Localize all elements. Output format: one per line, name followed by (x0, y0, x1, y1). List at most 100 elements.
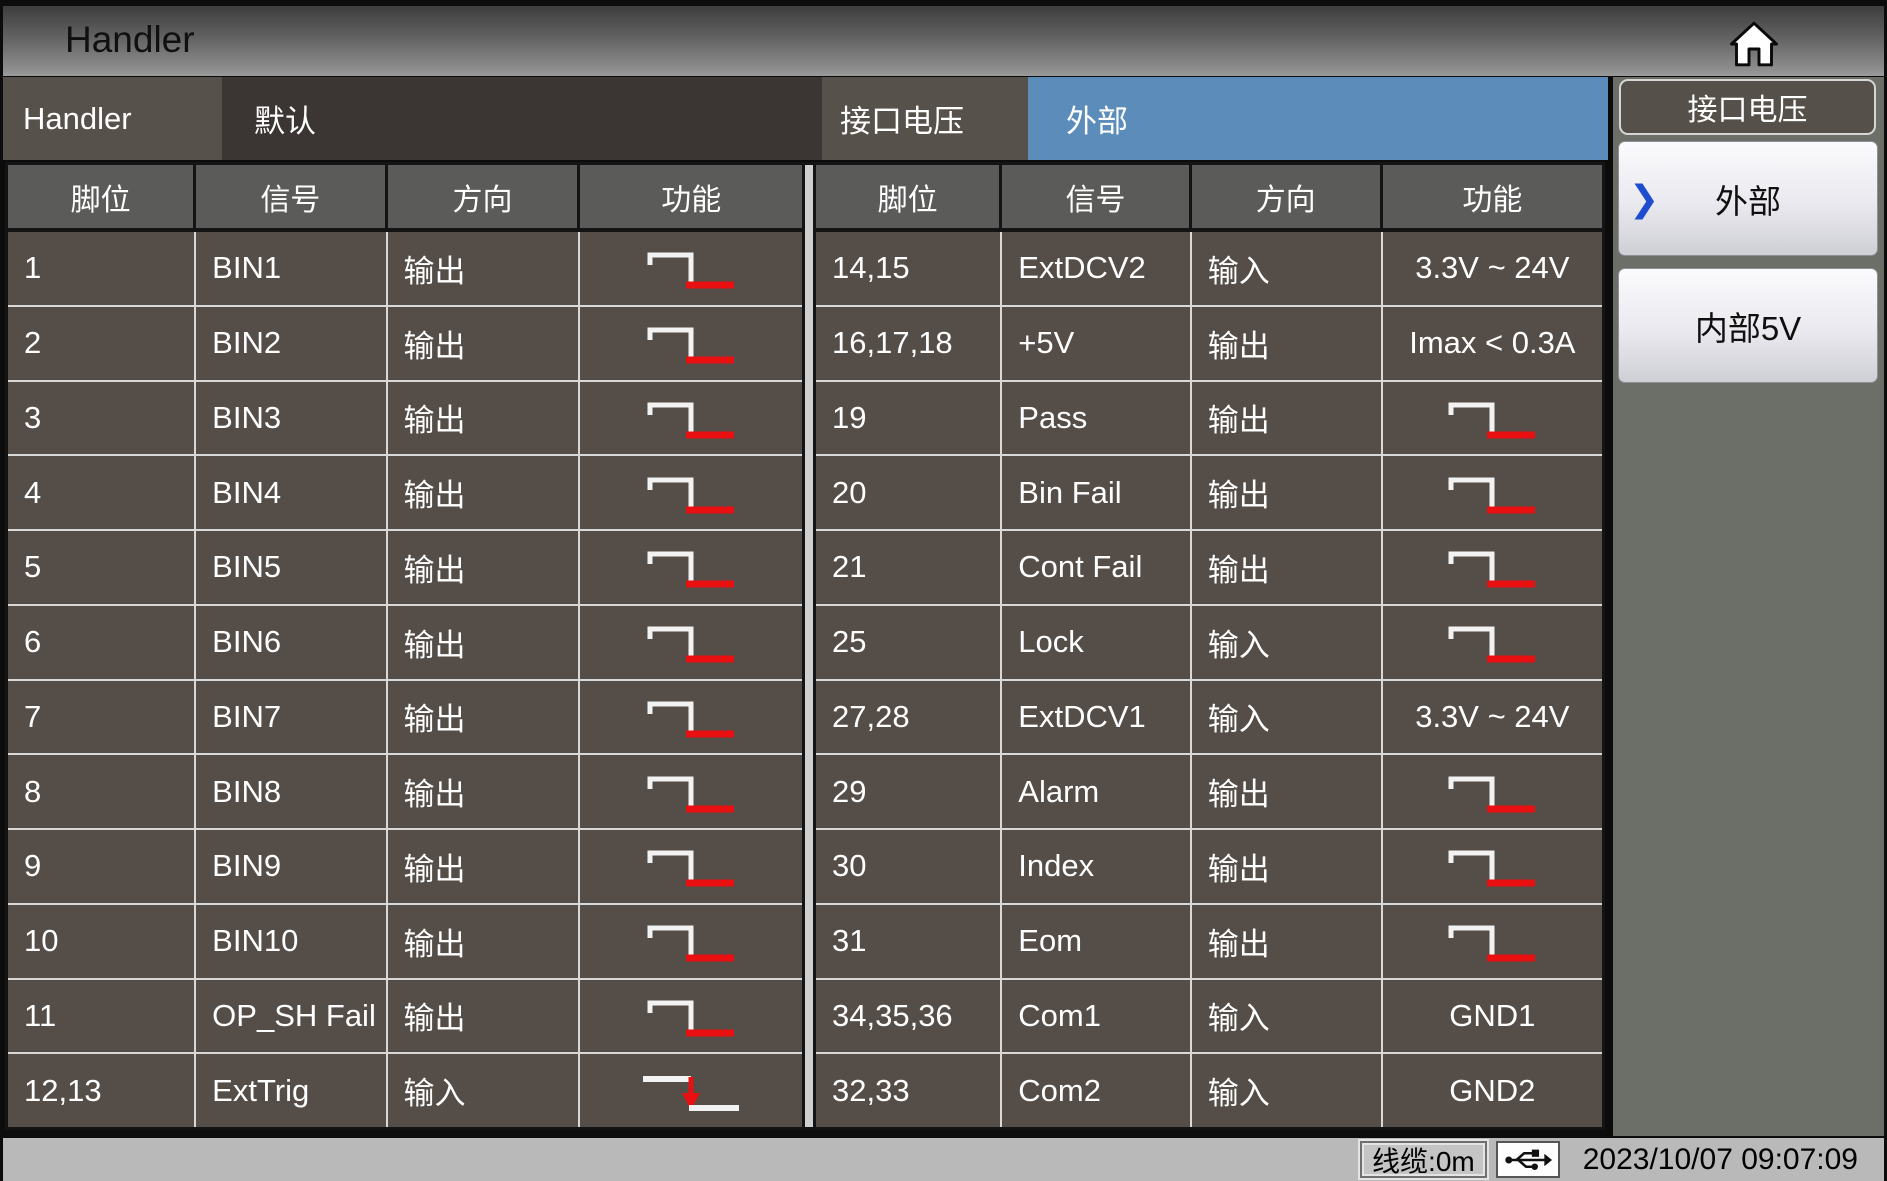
direction-cell: 输入 (1192, 681, 1383, 754)
table-row: 12,13ExtTrig输入 (8, 1054, 802, 1127)
direction-cell: 输出 (388, 606, 581, 679)
column-header-signal: 信号 (1002, 165, 1191, 228)
function-cell (580, 531, 802, 604)
signal-cell: ExtDCV1 (1002, 681, 1191, 754)
function-cell (580, 307, 802, 380)
direction-cell: 输出 (1192, 830, 1383, 903)
function-cell (580, 1054, 802, 1127)
left-table-header: 脚位 信号 方向 功能 (8, 165, 802, 232)
active-low-pulse-icon (641, 544, 741, 590)
active-low-pulse-icon (1442, 843, 1542, 889)
signal-cell: Com2 (1002, 1054, 1191, 1127)
direction-cell: 输入 (1192, 606, 1383, 679)
signal-cell: Com1 (1002, 980, 1191, 1053)
sidebar-button-internal-5v[interactable]: 内部5V (1618, 268, 1878, 383)
direction-cell: 输出 (388, 232, 581, 305)
active-low-pulse-icon (1442, 619, 1542, 665)
tab-handler-value[interactable]: 默认 (222, 77, 822, 160)
home-icon-glyph (1729, 16, 1779, 72)
sidebar-button-external[interactable]: ❯ 外部 (1618, 141, 1878, 256)
tab-handler-label: Handler (3, 77, 222, 160)
function-cell (1383, 830, 1602, 903)
table-row: 16,17,18+5V输出Imax < 0.3A (816, 307, 1602, 382)
signal-cell: BIN6 (196, 606, 387, 679)
status-bar: 线缆:0m 2023/10/07 09:07:09 (3, 1138, 1884, 1181)
direction-cell: 输出 (388, 830, 581, 903)
signal-cell: Pass (1002, 382, 1191, 455)
function-cell (580, 606, 802, 679)
table-row: 2BIN2输出 (8, 307, 802, 382)
active-low-pulse-icon (641, 320, 741, 366)
left-table: 脚位 信号 方向 功能 1BIN1输出 2BIN2输出 3BIN3输出 4BIN… (5, 162, 805, 1130)
cable-length-badge: 线缆:0m (1360, 1141, 1487, 1178)
pin-cell: 8 (8, 755, 196, 828)
handler-screen: Handler Handler 默认 接口电压 外部 脚位 信号 方向 功能 1… (0, 0, 1887, 1181)
function-cell (580, 905, 802, 978)
function-cell (1383, 456, 1602, 529)
table-row: 29Alarm输出 (816, 755, 1602, 830)
signal-cell: ExtDCV2 (1002, 232, 1191, 305)
active-low-pulse-icon (641, 245, 741, 291)
active-low-pulse-icon (641, 843, 741, 889)
table-row: 25Lock输入 (816, 606, 1602, 681)
column-header-pin: 脚位 (8, 165, 196, 228)
function-cell (580, 830, 802, 903)
column-header-pin: 脚位 (816, 165, 1002, 228)
active-low-pulse-icon (641, 395, 741, 441)
signal-cell: Eom (1002, 905, 1191, 978)
table-row: 3BIN3输出 (8, 382, 802, 457)
function-cell (580, 232, 802, 305)
signal-cell: Alarm (1002, 755, 1191, 828)
right-table-body: 14,15ExtDCV2输入3.3V ~ 24V16,17,18+5V输出Ima… (816, 232, 1602, 1127)
signal-cell: BIN4 (196, 456, 387, 529)
pin-cell: 16,17,18 (816, 307, 1002, 380)
signal-cell: Lock (1002, 606, 1191, 679)
direction-cell: 输出 (1192, 382, 1383, 455)
function-cell (580, 980, 802, 1053)
direction-cell: 输入 (1192, 980, 1383, 1053)
table-row: 7BIN7输出 (8, 681, 802, 756)
column-header-signal: 信号 (196, 165, 387, 228)
signal-cell: BIN3 (196, 382, 387, 455)
signal-cell: BIN2 (196, 307, 387, 380)
function-cell: GND2 (1383, 1054, 1602, 1127)
pin-cell: 29 (816, 755, 1002, 828)
direction-cell: 输出 (1192, 307, 1383, 380)
sidebar: 接口电压 ❯ 外部 内部5V (1613, 77, 1884, 1136)
home-icon[interactable] (1723, 14, 1785, 74)
signal-cell: BIN1 (196, 232, 387, 305)
tab-interface-voltage-value[interactable]: 外部 (1028, 77, 1608, 160)
direction-cell: 输出 (388, 681, 581, 754)
direction-cell: 输出 (388, 905, 581, 978)
pin-cell: 14,15 (816, 232, 1002, 305)
direction-cell: 输出 (1192, 755, 1383, 828)
table-row: 1BIN1输出 (8, 232, 802, 307)
table-row: 11OP_SH Fail输出 (8, 980, 802, 1055)
table-row: 19Pass输出 (816, 382, 1602, 457)
sidebar-header-interface-voltage: 接口电压 (1619, 79, 1876, 135)
direction-cell: 输出 (1192, 456, 1383, 529)
function-cell (1383, 755, 1602, 828)
function-cell (580, 681, 802, 754)
column-header-direction: 方向 (1192, 165, 1383, 228)
table-row: 5BIN5输出 (8, 531, 802, 606)
table-row: 20Bin Fail输出 (816, 456, 1602, 531)
table-row: 31Eom输出 (816, 905, 1602, 980)
pin-tables: 脚位 信号 方向 功能 1BIN1输出 2BIN2输出 3BIN3输出 4BIN… (5, 162, 1605, 1130)
function-cell: 3.3V ~ 24V (1383, 681, 1602, 754)
tab-bar: Handler 默认 接口电压 外部 (3, 77, 1608, 160)
pin-cell: 31 (816, 905, 1002, 978)
table-row: 27,28ExtDCV1输入3.3V ~ 24V (816, 681, 1602, 756)
table-divider (805, 162, 813, 1130)
pin-cell: 12,13 (8, 1054, 196, 1127)
pin-cell: 21 (816, 531, 1002, 604)
signal-cell: BIN9 (196, 830, 387, 903)
signal-cell: +5V (1002, 307, 1191, 380)
datetime-display: 2023/10/07 09:07:09 (1583, 1143, 1858, 1177)
function-cell (1383, 382, 1602, 455)
chevron-right-icon: ❯ (1629, 178, 1659, 220)
table-row: 21Cont Fail输出 (816, 531, 1602, 606)
signal-cell: Index (1002, 830, 1191, 903)
table-row: 14,15ExtDCV2输入3.3V ~ 24V (816, 232, 1602, 307)
signal-cell: BIN8 (196, 755, 387, 828)
